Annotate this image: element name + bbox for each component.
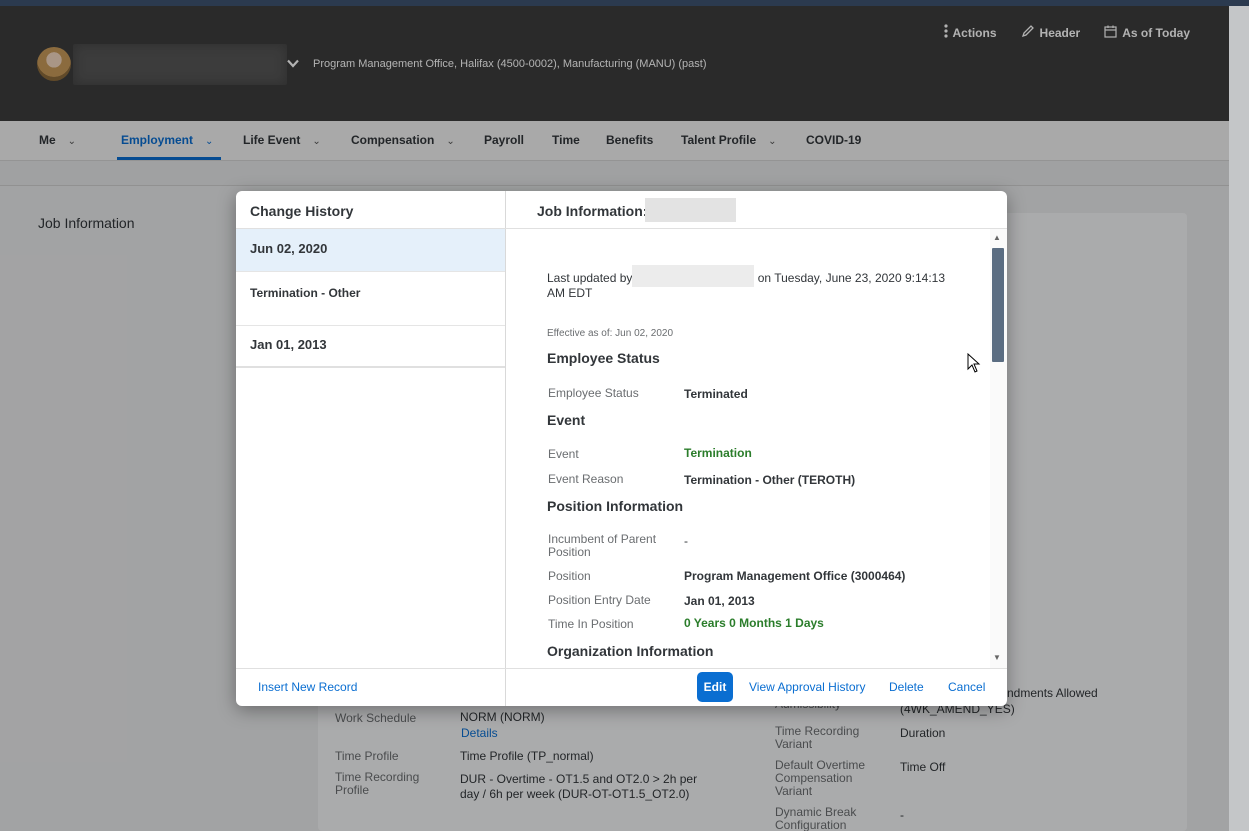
effective-date: Effective as of: Jun 02, 2020 bbox=[547, 328, 674, 339]
insert-new-record-link[interactable]: Insert New Record bbox=[258, 680, 357, 694]
section-event: Event bbox=[547, 412, 586, 428]
job-information-pane: Job Information: Last updated by on Tues… bbox=[506, 191, 1007, 706]
updater-name-redacted bbox=[632, 265, 755, 287]
incumbent-value: - bbox=[684, 534, 688, 548]
employee-status-label: Employee Status bbox=[548, 386, 639, 400]
section-position-information: Position Information bbox=[547, 498, 684, 514]
employee-status-value: Terminated bbox=[684, 387, 748, 401]
delete-link[interactable]: Delete bbox=[889, 680, 924, 694]
history-date: Jun 02, 2020 bbox=[250, 241, 328, 256]
event-value: Termination bbox=[684, 446, 752, 460]
history-item-jan-01-2013[interactable]: Jan 01, 2013 bbox=[236, 326, 505, 368]
scrollbar-thumb[interactable] bbox=[992, 248, 1004, 362]
change-history-title: Change History bbox=[250, 203, 354, 219]
history-event: Termination - Other bbox=[250, 286, 361, 300]
event-reason-label: Event Reason bbox=[548, 472, 624, 486]
employee-name-redacted bbox=[645, 198, 736, 222]
divider bbox=[506, 228, 1007, 229]
incumbent-label: Incumbent of Parent Position bbox=[548, 532, 657, 559]
position-value: Program Management Office (3000464) bbox=[684, 569, 906, 583]
position-entry-date-value: Jan 01, 2013 bbox=[684, 594, 755, 608]
scroll-down-icon[interactable]: ▼ bbox=[993, 653, 1001, 662]
position-entry-date-label: Position Entry Date bbox=[548, 593, 651, 607]
divider bbox=[506, 668, 1007, 669]
history-item-jun-02-2020[interactable]: Jun 02, 2020 bbox=[236, 229, 505, 272]
section-organization-information: Organization Information bbox=[547, 643, 714, 659]
last-updated-text: Last updated by on Tuesday, June 23, 202… bbox=[547, 265, 957, 300]
time-in-position-value: 0 Years 0 Months 1 Days bbox=[684, 616, 824, 630]
time-in-position-label: Time In Position bbox=[548, 617, 634, 631]
event-label: Event bbox=[548, 447, 579, 461]
position-label: Position bbox=[548, 569, 591, 583]
event-reason-value: Termination - Other (TEROTH) bbox=[684, 473, 856, 487]
history-item-termination-other[interactable]: Termination - Other bbox=[236, 272, 505, 326]
divider bbox=[236, 668, 506, 669]
last-updated-prefix: Last updated by bbox=[547, 271, 633, 286]
section-employee-status: Employee Status bbox=[547, 350, 660, 366]
view-approval-history-link[interactable]: View Approval History bbox=[749, 680, 866, 694]
job-information-title: Job Information: bbox=[537, 203, 648, 219]
history-date: Jan 01, 2013 bbox=[250, 337, 327, 352]
right-gutter bbox=[1229, 6, 1249, 831]
mouse-cursor-icon bbox=[967, 352, 981, 373]
cancel-link[interactable]: Cancel bbox=[948, 680, 985, 694]
change-history-pane: Change History Jun 02, 2020 Termination … bbox=[236, 191, 506, 706]
edit-button[interactable]: Edit bbox=[697, 672, 733, 702]
change-history-dialog: Change History Jun 02, 2020 Termination … bbox=[236, 191, 1007, 706]
scroll-up-icon[interactable]: ▲ bbox=[993, 233, 1001, 242]
